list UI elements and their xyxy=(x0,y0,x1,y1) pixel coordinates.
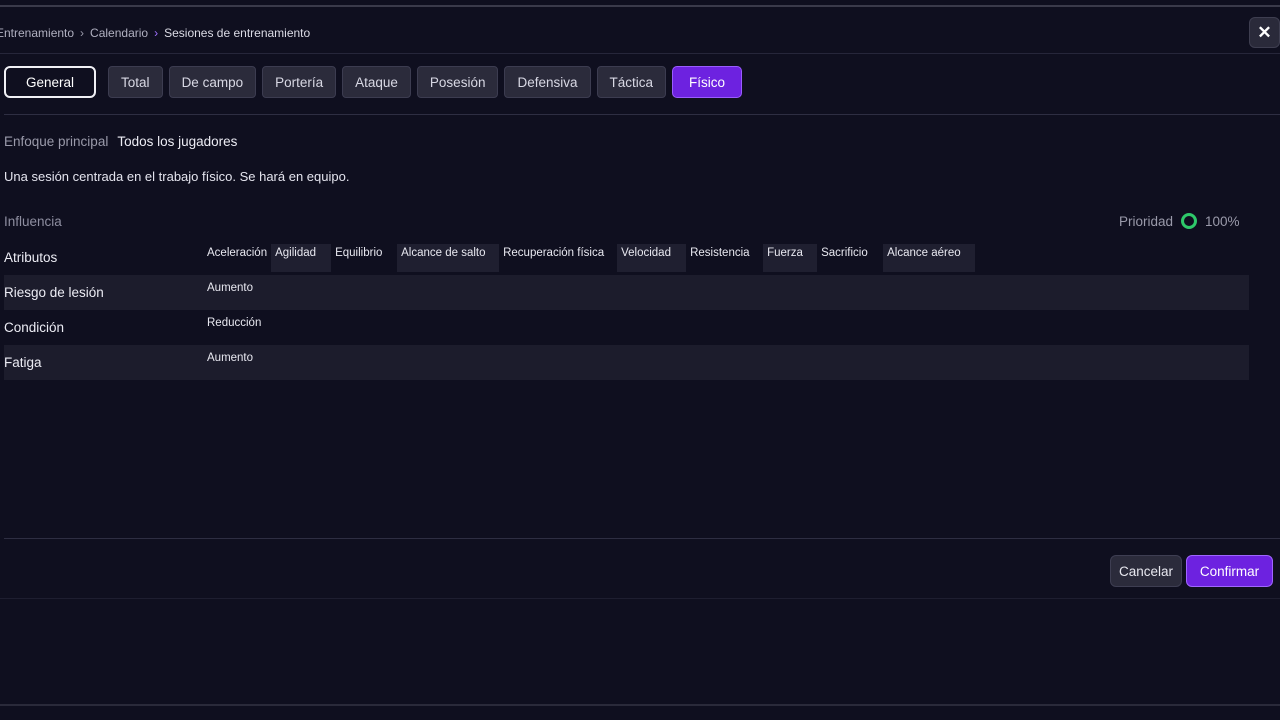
attribute-chip: Agilidad xyxy=(271,244,332,272)
cancel-button[interactable]: Cancelar xyxy=(1110,555,1182,587)
footer-divider xyxy=(4,538,1280,539)
tab-porteria[interactable]: Portería xyxy=(262,66,337,98)
row-label: Condición xyxy=(4,320,65,335)
tab-de-campo[interactable]: De campo xyxy=(168,66,257,98)
row-value: Reducción xyxy=(207,317,262,329)
close-button[interactable]: ✕ xyxy=(1249,17,1280,48)
influence-heading: Influencia xyxy=(4,214,62,229)
attribute-chip: Resistencia xyxy=(690,247,750,259)
table-row-injury-risk: Riesgo de lesión Aumento xyxy=(4,275,1249,310)
tabs-divider xyxy=(4,114,1280,115)
table-row-attributes: Atributos Aceleración Agilidad Equilibri… xyxy=(4,240,1249,275)
row-label: Fatiga xyxy=(4,355,42,370)
attribute-chip: Aceleración xyxy=(207,247,268,259)
close-icon: ✕ xyxy=(1257,22,1272,42)
confirm-button[interactable]: Confirmar xyxy=(1186,555,1273,587)
tab-posesion[interactable]: Posesión xyxy=(416,66,499,98)
influence-table: Atributos Aceleración Agilidad Equilibri… xyxy=(4,240,1249,380)
tab-defensiva[interactable]: Defensiva xyxy=(504,66,591,98)
page-bottom-border xyxy=(0,704,1280,706)
tab-ataque[interactable]: Ataque xyxy=(342,66,411,98)
row-label: Atributos xyxy=(4,250,58,265)
attribute-chip: Equilibrio xyxy=(335,247,383,259)
top-border xyxy=(0,5,1280,7)
row-value: Aumento xyxy=(207,352,254,364)
breadcrumb-item-sessions: Sesiones de entrenamiento xyxy=(164,26,311,40)
tab-fisico[interactable]: Físico xyxy=(672,66,743,98)
attribute-chip: Alcance de salto xyxy=(397,244,500,272)
session-description: Una sesión centrada en el trabajo físico… xyxy=(4,169,350,184)
table-row-fatigue: Fatiga Aumento xyxy=(4,345,1249,380)
breadcrumb: Entrenamiento › Calendario › Sesiones de… xyxy=(0,26,310,40)
tab-bar: General Total De campo Portería Ataque P… xyxy=(4,66,743,98)
priority-status-icon xyxy=(1181,213,1198,229)
priority: Prioridad 100% xyxy=(1119,213,1240,229)
table-row-condition: Condición Reducción xyxy=(4,310,1249,345)
priority-value: 100% xyxy=(1205,213,1240,229)
row-value: Aumento xyxy=(207,282,254,294)
priority-label: Prioridad xyxy=(1119,213,1174,229)
tab-tactica[interactable]: Táctica xyxy=(596,66,667,98)
chevron-right-icon: › xyxy=(154,26,159,40)
attribute-chip: Recuperación física xyxy=(503,247,605,259)
main-focus: Enfoque principal Todos los jugadores xyxy=(4,134,237,149)
header-divider xyxy=(0,53,1280,54)
attribute-chip: Fuerza xyxy=(763,244,818,272)
breadcrumb-item-calendar[interactable]: Calendario xyxy=(90,26,148,40)
attribute-chips: Aceleración Agilidad Equilibrio Alcance … xyxy=(203,244,976,272)
row-label: Riesgo de lesión xyxy=(4,285,104,300)
main-focus-value: Todos los jugadores xyxy=(117,134,238,149)
tab-total[interactable]: Total xyxy=(108,66,163,98)
attribute-chip: Alcance aéreo xyxy=(883,244,976,272)
dialog-bottom-divider xyxy=(0,598,1280,599)
breadcrumb-item-training[interactable]: Entrenamiento xyxy=(0,26,74,40)
main-focus-label: Enfoque principal xyxy=(4,134,109,149)
attribute-chip: Velocidad xyxy=(617,244,687,272)
chevron-right-icon: › xyxy=(80,26,85,40)
attribute-chip: Sacrificio xyxy=(821,247,868,259)
tab-general[interactable]: General xyxy=(4,66,97,98)
